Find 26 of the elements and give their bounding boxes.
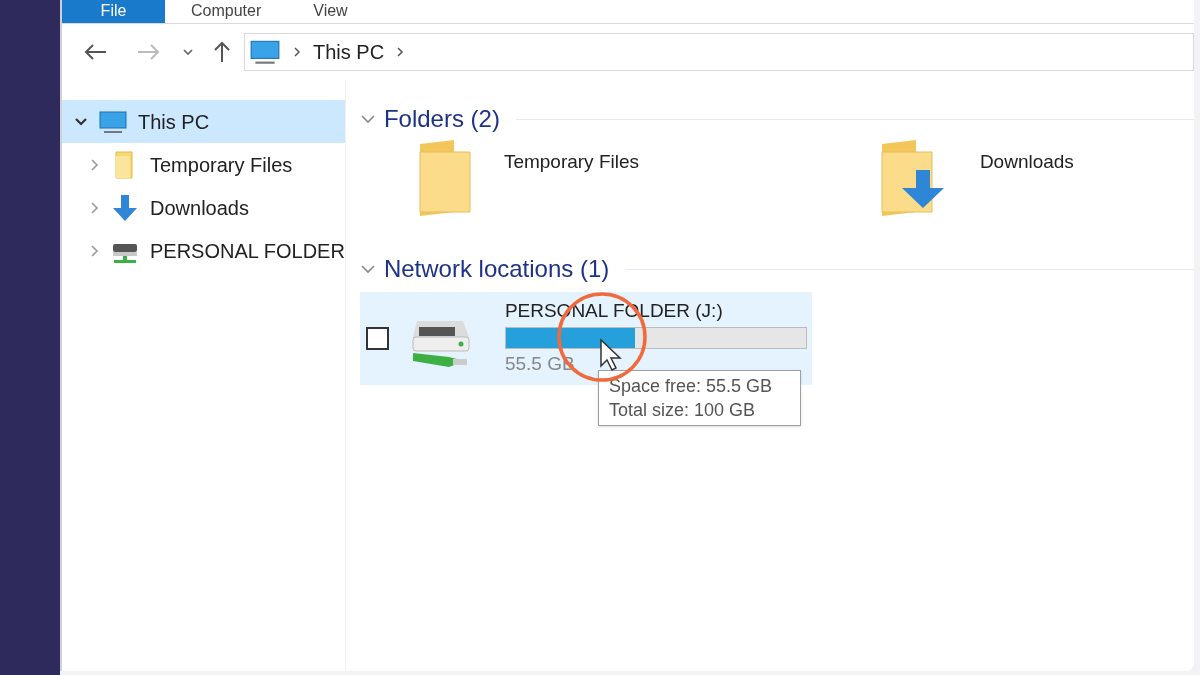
up-arrow-icon[interactable] <box>212 40 232 64</box>
navigation-item[interactable]: This PC <box>62 100 345 143</box>
group-header[interactable]: Network locations (1) <box>383 251 610 287</box>
navigation-item[interactable]: Temporary Files <box>62 143 345 186</box>
chevron-icon[interactable] <box>396 47 405 57</box>
collapsed-chevron-icon[interactable] <box>90 243 100 258</box>
tooltip-line: Total size: 100 GB <box>609 399 757 422</box>
folder-icon <box>417 140 474 216</box>
ribbon-tab[interactable]: View <box>287 0 374 23</box>
chevron-icon[interactable] <box>293 47 301 57</box>
navigation-item[interactable]: Downloads <box>62 186 345 229</box>
back-arrow-icon[interactable] <box>82 42 108 62</box>
address-bar[interactable]: This PC <box>244 33 1194 71</box>
download-arrow-icon <box>110 192 140 223</box>
navigation-item[interactable]: PERSONAL FOLDER <box>62 229 345 272</box>
group-header[interactable]: Folders (2) <box>383 101 500 137</box>
folder-name[interactable]: Downloads <box>979 148 1074 177</box>
expanded-chevron-icon[interactable] <box>74 116 88 127</box>
ribbon-tab[interactable]: Computer <box>165 0 288 23</box>
checkbox[interactable] <box>365 327 389 350</box>
ribbon-tab[interactable]: File <box>62 0 165 23</box>
collapsed-chevron-icon[interactable] <box>90 157 100 172</box>
folder-name[interactable]: Temporary Files <box>503 148 640 177</box>
collapsed-chevron-icon[interactable] <box>90 200 100 215</box>
breadcrumb-item[interactable]: This PC <box>313 37 385 67</box>
dropdown-caret-icon[interactable] <box>182 48 194 56</box>
